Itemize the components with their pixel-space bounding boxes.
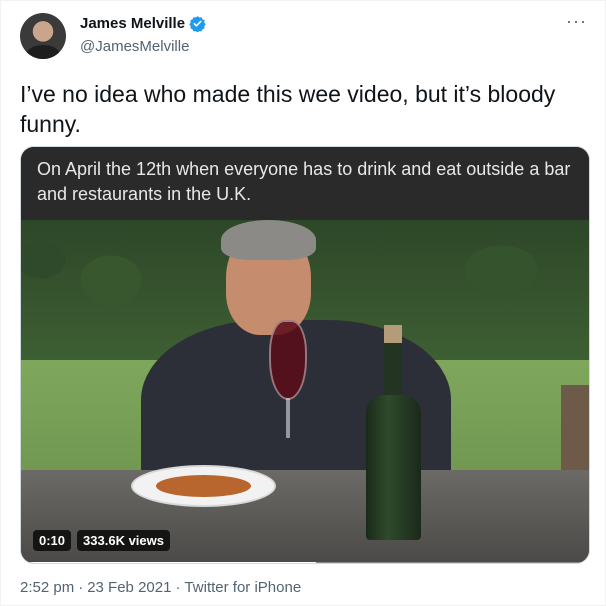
video-progress-track[interactable]: [21, 562, 589, 563]
wine-bottle: [366, 325, 421, 540]
tweet-meta: 2:52 pm · 23 Feb 2021 · Twitter for iPho…: [20, 579, 301, 596]
wine-glass: [269, 320, 307, 400]
more-options-icon[interactable]: ···: [566, 11, 587, 32]
wine-glass-stem: [286, 398, 290, 438]
author-handle[interactable]: @JamesMelville: [80, 38, 189, 55]
tweet-text: I’ve no idea who made this wee video, bu…: [20, 81, 556, 137]
author-name-row: James Melville: [80, 15, 206, 32]
video-caption-band: On April the 12th when everyone has to d…: [21, 147, 589, 220]
meta-separator: ·: [78, 579, 84, 596]
soup: [156, 475, 251, 497]
avatar[interactable]: [20, 13, 66, 59]
video-duration: 0:10: [33, 530, 72, 551]
tweet-time[interactable]: 2:52 pm: [20, 579, 74, 596]
meta-separator: ·: [175, 579, 181, 596]
man-hair: [221, 220, 316, 260]
verified-badge-icon: [189, 16, 206, 32]
video-overlay-controls: 0:10 333.6K views: [33, 530, 170, 551]
video-caption-text: On April the 12th when everyone has to d…: [37, 159, 571, 204]
video-frame[interactable]: 0:10 333.6K views: [21, 220, 589, 563]
video-views: 333.6K views: [77, 530, 170, 551]
video-progress-fill: [21, 562, 317, 563]
tweet-date[interactable]: 23 Feb 2021: [87, 579, 171, 596]
video-player[interactable]: On April the 12th when everyone has to d…: [20, 146, 590, 564]
bottle-body: [366, 395, 421, 540]
avatar-shirt: [26, 45, 60, 59]
author-display-name[interactable]: James Melville: [80, 15, 185, 32]
tweet-card: James Melville @JamesMelville ··· I’ve n…: [0, 0, 606, 606]
bottle-cork: [384, 325, 402, 343]
tweet-source[interactable]: Twitter for iPhone: [184, 579, 301, 596]
